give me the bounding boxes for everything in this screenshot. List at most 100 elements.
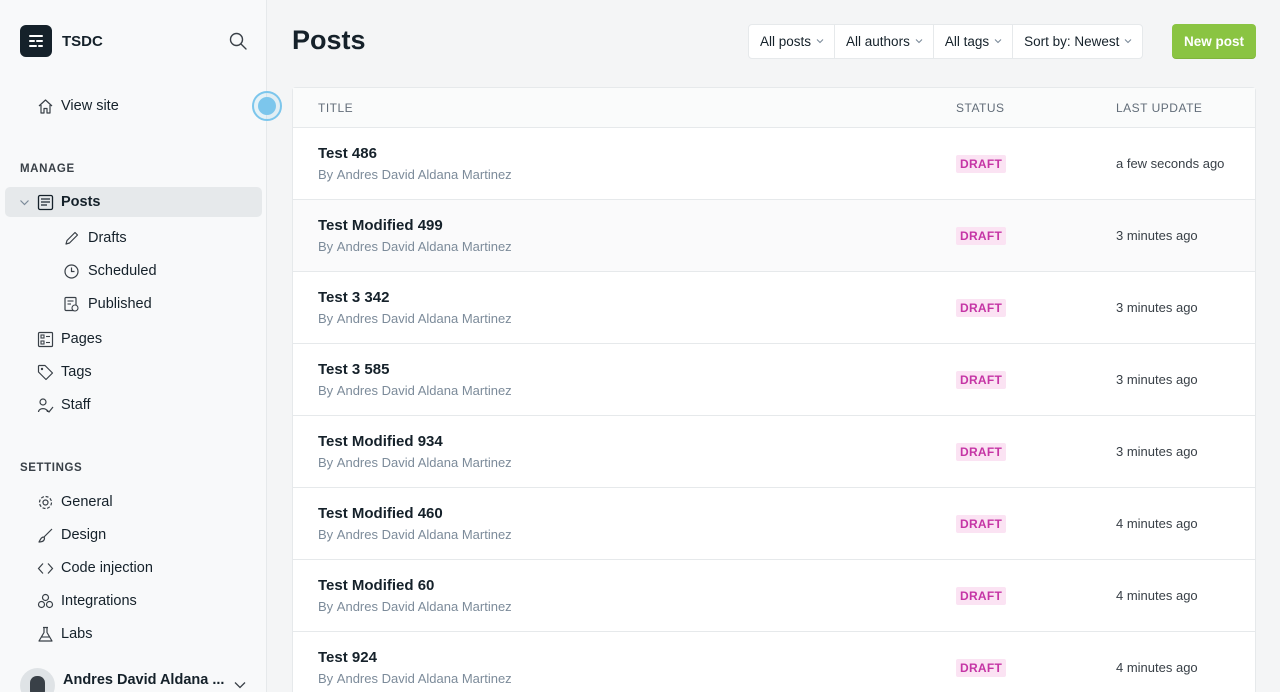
sidebar-item-design[interactable]: Design — [5, 520, 262, 550]
published-icon — [62, 295, 80, 313]
code-icon — [36, 559, 54, 577]
table-row[interactable]: Test Modified 60 By Andres David Aldana … — [293, 560, 1255, 632]
table-row[interactable]: Test 3 342 By Andres David Aldana Martin… — [293, 272, 1255, 344]
last-update: 4 minutes ago — [1116, 588, 1198, 603]
sidebar-item-label: Drafts — [88, 230, 127, 246]
filter-posts-dropdown[interactable]: All posts — [749, 25, 836, 58]
clock-icon — [62, 262, 80, 280]
table-row[interactable]: Test Modified 499 By Andres David Aldana… — [293, 200, 1255, 272]
new-post-button[interactable]: New post — [1172, 24, 1256, 59]
post-author: By Andres David Aldana Martinez — [318, 311, 512, 326]
post-title: Test 3 585 — [318, 361, 390, 378]
filter-label: Sort by: Newest — [1024, 34, 1120, 49]
filter-bar: All posts All authors All tags Sort by: … — [748, 24, 1144, 59]
sidebar-item-tags[interactable]: Tags — [5, 357, 262, 387]
pages-icon — [36, 330, 54, 348]
brand-name: TSDC — [62, 32, 103, 50]
status-badge: DRAFT — [956, 299, 1007, 317]
home-icon — [36, 97, 54, 115]
sidebar-item-label: Staff — [61, 397, 91, 413]
post-title: Test Modified 499 — [318, 217, 443, 234]
page-title: Posts — [292, 25, 366, 55]
last-update: 3 minutes ago — [1116, 372, 1198, 387]
manage-section-label: MANAGE — [20, 163, 75, 175]
sidebar-item-labs[interactable]: Labs — [5, 619, 262, 649]
column-header-status[interactable]: STATUS — [956, 101, 1005, 115]
sidebar-item-label: Integrations — [61, 593, 137, 609]
user-name: Andres David Aldana ... — [63, 671, 225, 688]
user-menu[interactable]: Andres David Aldana ... — [20, 668, 260, 692]
filter-tags-dropdown[interactable]: All tags — [934, 25, 1014, 58]
table-header: TITLE STATUS LAST UPDATE — [293, 88, 1255, 128]
sidebar-item-label: Scheduled — [88, 263, 157, 279]
sidebar-item-published[interactable]: Published — [5, 289, 262, 319]
post-author: By Andres David Aldana Martinez — [318, 383, 512, 398]
integrations-icon — [36, 592, 54, 610]
chevron-down-icon[interactable] — [233, 678, 247, 692]
post-author: By Andres David Aldana Martinez — [318, 239, 512, 254]
brand[interactable]: TSDC — [20, 25, 103, 57]
posts-icon — [36, 193, 54, 211]
search-icon[interactable] — [228, 31, 248, 51]
status-badge: DRAFT — [956, 371, 1007, 389]
pulse-indicator — [252, 91, 282, 121]
brush-icon — [36, 526, 54, 544]
table-row[interactable]: Test 486 By Andres David Aldana Martinez… — [293, 128, 1255, 200]
sidebar-item-general[interactable]: General — [5, 487, 262, 517]
sidebar-item-drafts[interactable]: Drafts — [5, 223, 262, 253]
filter-label: All tags — [944, 34, 990, 49]
sidebar-item-integrations[interactable]: Integrations — [5, 586, 262, 616]
gear-icon — [36, 493, 54, 511]
sidebar-item-label: Code injection — [61, 560, 153, 576]
sidebar-item-code-injection[interactable]: Code injection — [5, 553, 262, 583]
status-badge: DRAFT — [956, 515, 1007, 533]
sidebar-item-scheduled[interactable]: Scheduled — [5, 256, 262, 286]
last-update: 3 minutes ago — [1116, 228, 1198, 243]
sidebar-item-label: General — [61, 494, 113, 510]
post-author: By Andres David Aldana Martinez — [318, 671, 512, 686]
chevron-down-icon — [816, 37, 824, 47]
sidebar-item-label: Tags — [61, 364, 92, 380]
table-row[interactable]: Test 924 By Andres David Aldana Martinez… — [293, 632, 1255, 692]
posts-table: TITLE STATUS LAST UPDATE Test 486 By And… — [292, 87, 1256, 692]
avatar — [20, 668, 55, 692]
status-badge: DRAFT — [956, 155, 1007, 173]
column-header-updated[interactable]: LAST UPDATE — [1116, 101, 1202, 115]
sidebar-item-label: View site — [61, 98, 119, 114]
sidebar-item-label: Posts — [61, 194, 101, 210]
table-row[interactable]: Test Modified 460 By Andres David Aldana… — [293, 488, 1255, 560]
status-badge: DRAFT — [956, 659, 1007, 677]
status-badge: DRAFT — [956, 443, 1007, 461]
post-author: By Andres David Aldana Martinez — [318, 167, 512, 182]
sidebar-item-posts[interactable]: Posts — [5, 187, 262, 217]
post-author: By Andres David Aldana Martinez — [318, 599, 512, 614]
post-title: Test Modified 934 — [318, 433, 443, 450]
brand-logo-icon — [20, 25, 52, 57]
post-title: Test Modified 460 — [318, 505, 443, 522]
chevron-down-icon[interactable] — [19, 196, 30, 212]
sidebar-item-label: Labs — [61, 626, 93, 642]
last-update: 3 minutes ago — [1116, 300, 1198, 315]
sidebar-item-label: Published — [88, 296, 152, 312]
status-badge: DRAFT — [956, 587, 1007, 605]
post-title: Test 486 — [318, 145, 377, 162]
table-row[interactable]: Test 3 585 By Andres David Aldana Martin… — [293, 344, 1255, 416]
settings-section-label: SETTINGS — [20, 462, 83, 474]
tag-icon — [36, 363, 54, 381]
table-row[interactable]: Test Modified 934 By Andres David Aldana… — [293, 416, 1255, 488]
sidebar-item-label: Pages — [61, 331, 103, 347]
pencil-icon — [62, 229, 80, 247]
post-author: By Andres David Aldana Martinez — [318, 527, 512, 542]
sort-dropdown[interactable]: Sort by: Newest — [1013, 25, 1142, 58]
sidebar-item-view-site[interactable]: View site — [5, 91, 262, 121]
sidebar-item-staff[interactable]: Staff — [5, 390, 262, 420]
sidebar-item-pages[interactable]: Pages — [5, 324, 262, 354]
column-header-title[interactable]: TITLE — [318, 101, 353, 115]
filter-authors-dropdown[interactable]: All authors — [835, 25, 934, 58]
status-badge: DRAFT — [956, 227, 1007, 245]
post-title: Test 3 342 — [318, 289, 390, 306]
post-title: Test 924 — [318, 649, 377, 666]
last-update: a few seconds ago — [1116, 156, 1225, 171]
chevron-down-icon — [1124, 37, 1132, 47]
sidebar: TSDC View site MANAGE Posts Drafts Sched… — [0, 0, 282, 692]
